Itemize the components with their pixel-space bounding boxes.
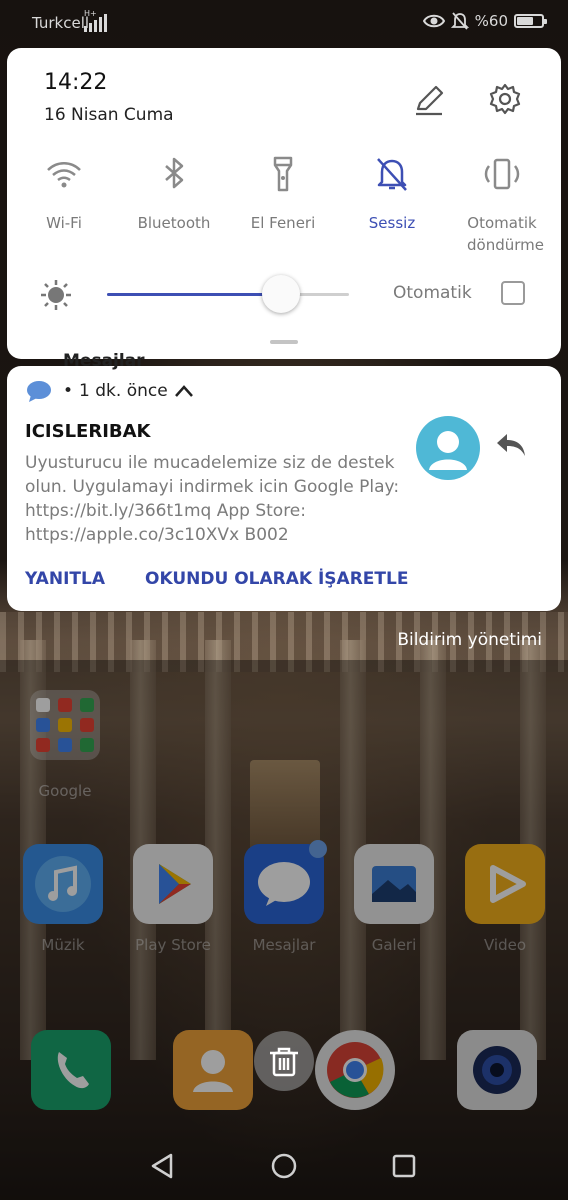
reply-button[interactable]: YANITLA xyxy=(25,569,105,589)
auto-brightness-label: Otomatik xyxy=(393,283,472,303)
battery-icon xyxy=(514,14,547,28)
settings-gear-icon[interactable] xyxy=(487,81,523,117)
quick-settings-panel: 14:22 16 Nisan Cuma Wi-Fi Bluetooth El F… xyxy=(7,48,561,359)
trash-icon[interactable] xyxy=(254,1031,314,1091)
chevron-up-icon[interactable] xyxy=(174,384,194,398)
reply-icon[interactable] xyxy=(493,430,529,460)
notification-management-link[interactable]: Bildirim yönetimi xyxy=(397,630,542,650)
brightness-slider-thumb[interactable] xyxy=(262,275,301,313)
battery-percent: %60 xyxy=(474,12,508,30)
auto-rotate-icon xyxy=(482,154,522,194)
notification-header[interactable]: Mesajlar • 1 dk. önce xyxy=(63,351,194,401)
brightness-sun-icon xyxy=(39,278,73,312)
drag-handle[interactable] xyxy=(270,340,298,344)
quick-tiles: Wi-Fi Bluetooth El Feneri Sessiz Otomati… xyxy=(7,148,561,268)
tile-bluetooth-label: Bluetooth xyxy=(137,214,211,232)
tile-auto-rotate[interactable]: Otomatik döndürme xyxy=(447,148,557,256)
brightness-row: Otomatik xyxy=(7,273,561,317)
carrier-name: Turkcell xyxy=(32,14,90,32)
wifi-icon xyxy=(44,154,84,194)
tile-wifi[interactable]: Wi-Fi xyxy=(9,148,119,234)
back-icon[interactable] xyxy=(147,1150,179,1182)
bluetooth-icon xyxy=(154,154,194,194)
notification-app-name: Mesajlar xyxy=(63,351,145,371)
status-bar: Turkcell H+ %60 xyxy=(0,0,568,46)
message-bubble-icon xyxy=(26,380,52,404)
brightness-slider[interactable] xyxy=(107,293,349,296)
tile-flashlight-label: El Feneri xyxy=(250,214,316,232)
tile-flashlight[interactable]: El Feneri xyxy=(228,148,338,234)
tile-auto-rotate-label: Otomatik döndürme xyxy=(467,214,544,254)
clock-time: 14:22 xyxy=(44,70,108,95)
avatar xyxy=(416,416,480,480)
signal-icon: H+ xyxy=(84,9,114,32)
recents-icon[interactable] xyxy=(388,1150,420,1182)
notification-sender: ICISLERIBAK xyxy=(25,421,151,442)
eye-icon xyxy=(422,14,445,28)
brightness-slider-fill xyxy=(107,293,282,296)
tile-silent[interactable]: Sessiz xyxy=(337,148,447,234)
clock-date: 16 Nisan Cuma xyxy=(44,105,174,125)
navigation-bar xyxy=(0,1130,568,1200)
bell-off-icon xyxy=(450,12,469,30)
background-dim xyxy=(0,660,568,1200)
mark-read-button[interactable]: OKUNDU OLARAK İŞARETLE xyxy=(145,569,408,589)
bell-off-icon xyxy=(372,154,412,194)
tile-silent-label: Sessiz xyxy=(368,214,416,232)
flashlight-icon xyxy=(263,154,303,194)
tile-bluetooth[interactable]: Bluetooth xyxy=(119,148,229,234)
notification-card[interactable]: Mesajlar • 1 dk. önce ICISLERIBAK Uyustu… xyxy=(7,351,561,611)
tile-wifi-label: Wi-Fi xyxy=(46,214,82,232)
network-type: H+ xyxy=(84,9,97,18)
edit-pencil-icon[interactable] xyxy=(412,83,446,117)
auto-brightness-checkbox[interactable] xyxy=(501,281,525,305)
home-icon[interactable] xyxy=(268,1150,300,1182)
notification-body: Uyusturucu ile mucadelemize siz de deste… xyxy=(25,453,400,545)
